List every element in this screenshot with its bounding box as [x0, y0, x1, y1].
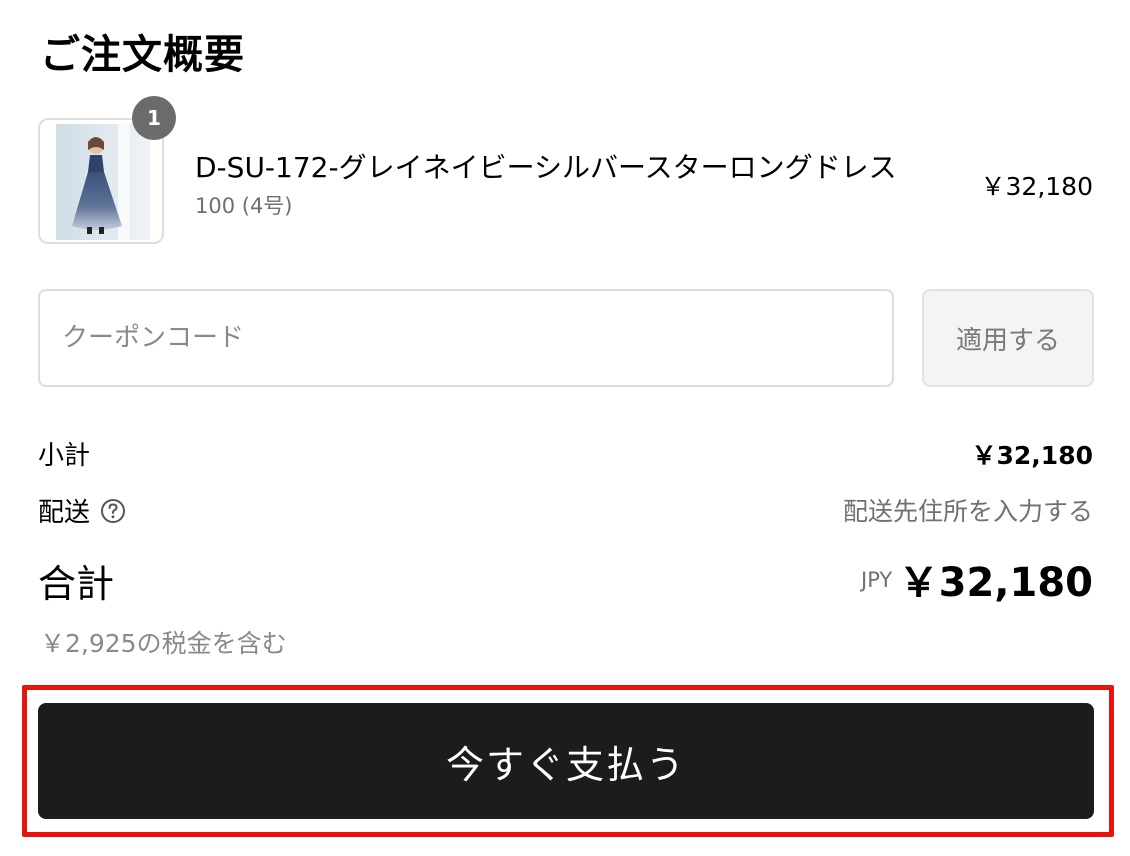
product-name: D-SU-172-グレイネイビーシルバースターロングドレス — [195, 151, 897, 184]
subtotal-value: ￥32,180 — [971, 441, 1093, 470]
shipping-value: 配送先住所を入力する — [842, 497, 1093, 526]
apply-coupon-button[interactable]: 適用する — [922, 289, 1094, 387]
pay-now-button[interactable]: 今すぐ支払う — [38, 703, 1094, 819]
coupon-code-input[interactable] — [38, 289, 894, 387]
quantity-badge: 1 — [132, 96, 176, 140]
total-value: ￥32,180 — [898, 560, 1093, 606]
product-image — [56, 124, 150, 240]
product-variant: 100 (4号) — [195, 194, 293, 218]
product-price: ￥32,180 — [980, 172, 1093, 201]
tax-note: ￥2,925の税金を含む — [40, 629, 287, 658]
order-summary-title: ご注文概要 — [40, 32, 245, 78]
shipping-label: 配送 — [38, 498, 91, 528]
question-circle-icon[interactable] — [100, 498, 126, 524]
total-label: 合計 — [38, 562, 115, 606]
subtotal-label: 小計 — [38, 441, 91, 471]
currency-code: JPY — [861, 568, 893, 592]
shipping-row: 配送 — [38, 492, 126, 529]
